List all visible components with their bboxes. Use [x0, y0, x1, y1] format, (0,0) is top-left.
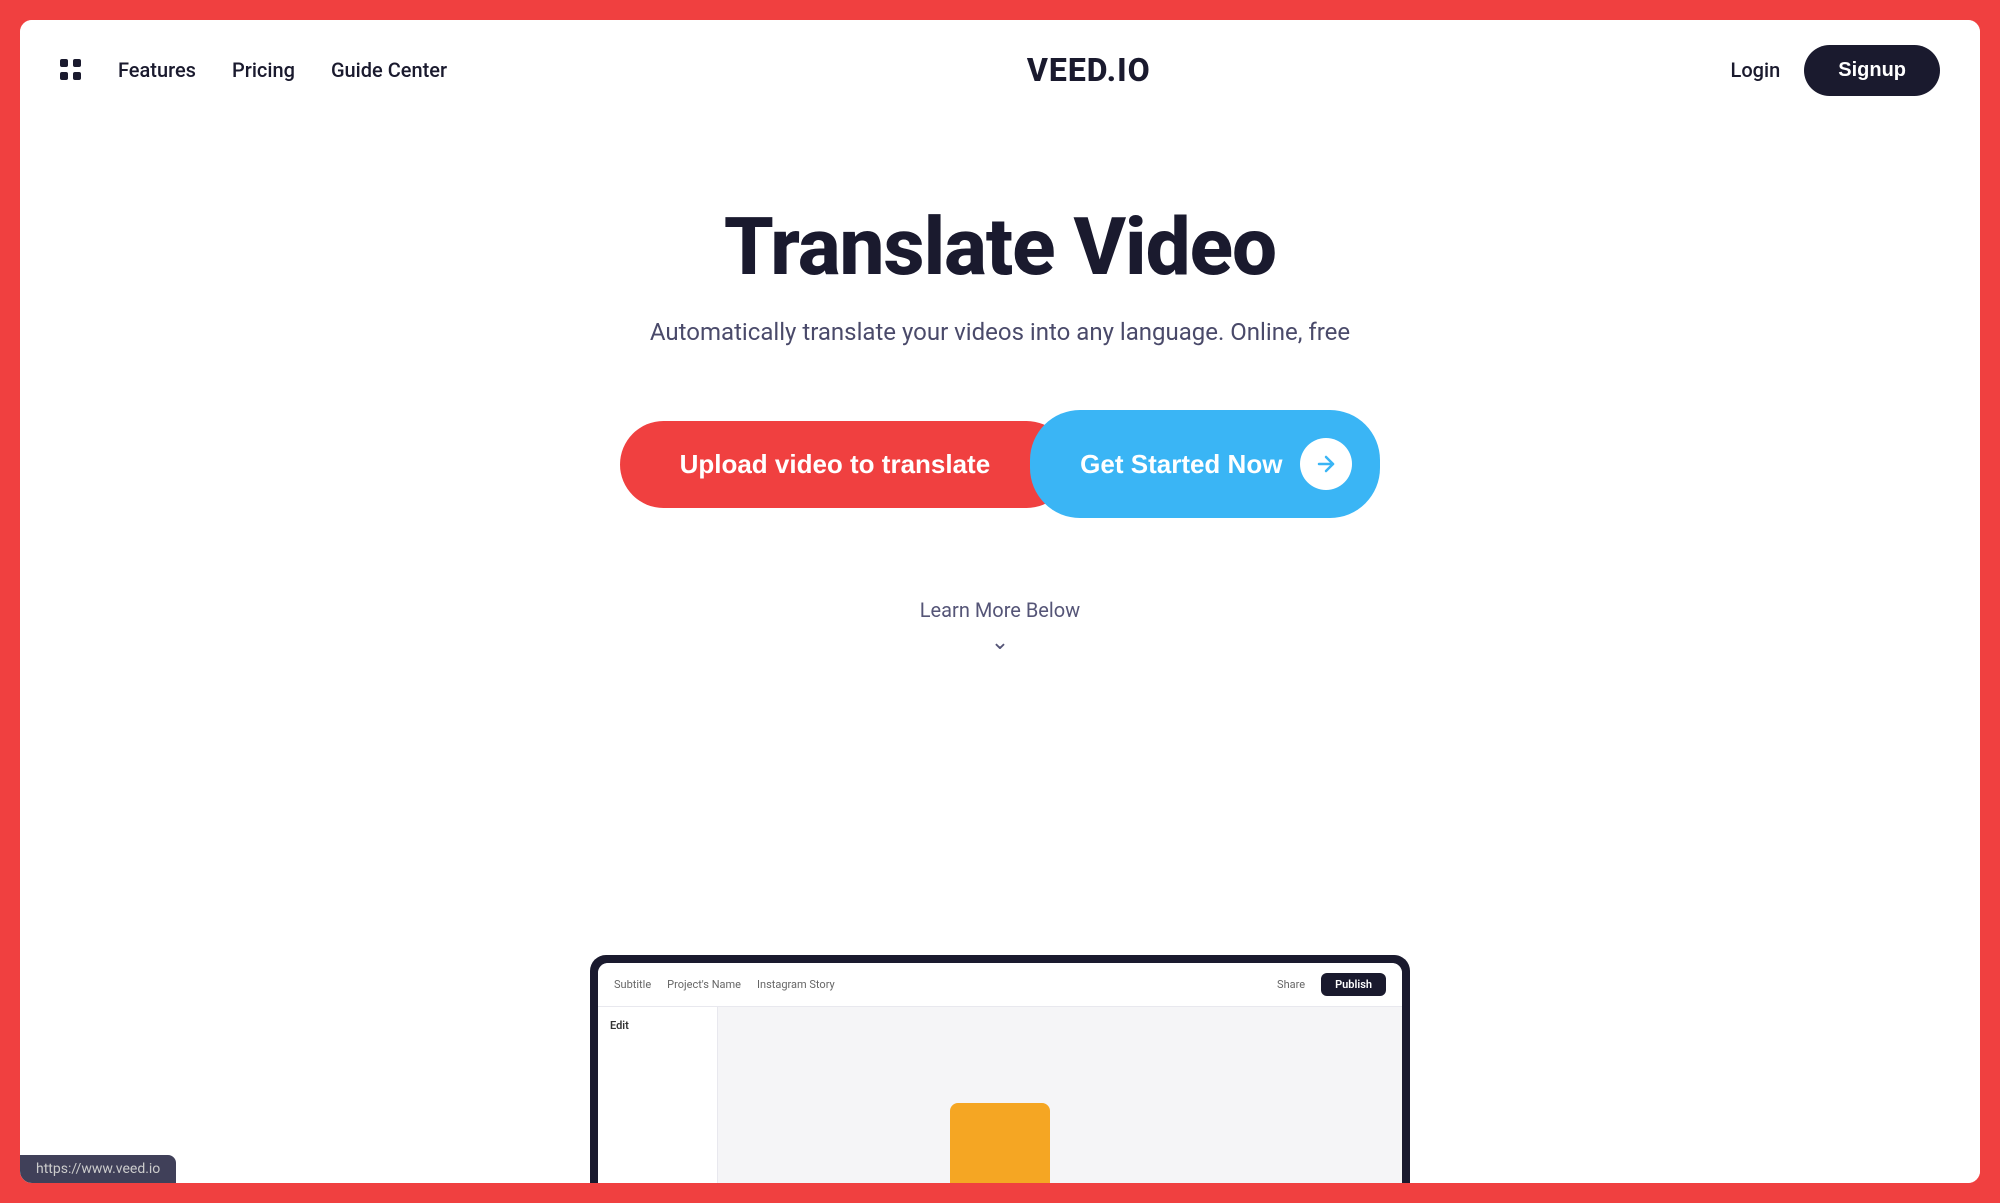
app-main-area: [718, 1007, 1402, 1183]
login-link[interactable]: Login: [1731, 58, 1781, 82]
signup-button[interactable]: Signup: [1804, 45, 1940, 96]
app-project-name: Project's Name: [667, 978, 741, 991]
get-started-label: Get Started Now: [1080, 449, 1282, 480]
app-share-label: Share: [1277, 978, 1305, 991]
nav-center: VEED.IO: [447, 51, 1730, 89]
grid-icon[interactable]: [60, 59, 82, 81]
learn-more-text: Learn More Below: [920, 598, 1080, 622]
nav-guide-center-link[interactable]: Guide Center: [331, 58, 447, 82]
screenshot-section: Subtitle Project's Name Instagram Story …: [20, 703, 1980, 1183]
cta-group: Upload video to translate Get Started No…: [620, 410, 1381, 518]
app-instagram-story: Instagram Story: [757, 978, 835, 991]
main-frame: Features Pricing Guide Center VEED.IO Lo…: [20, 20, 1980, 1183]
hero-title: Translate Video: [724, 200, 1276, 294]
nav-features-link[interactable]: Features: [118, 58, 196, 82]
navbar: Features Pricing Guide Center VEED.IO Lo…: [20, 20, 1980, 120]
nav-right: Login Signup: [1731, 45, 1940, 96]
url-bar: https://www.veed.io: [20, 1155, 176, 1183]
nav-pricing-link[interactable]: Pricing: [232, 58, 295, 82]
arrow-right-icon: [1314, 452, 1338, 476]
chevron-down-icon: ⌄: [991, 630, 1009, 655]
app-publish-button[interactable]: Publish: [1321, 973, 1386, 996]
upload-video-button[interactable]: Upload video to translate: [620, 421, 1071, 508]
app-edit-label: Edit: [610, 1019, 629, 1032]
learn-more-section[interactable]: Learn More Below ⌄: [920, 598, 1080, 655]
app-toolbar: Subtitle Project's Name Instagram Story …: [598, 963, 1402, 1007]
nav-left: Features Pricing Guide Center: [60, 58, 447, 82]
get-started-button[interactable]: Get Started Now: [1030, 410, 1380, 518]
hero-subtitle: Automatically translate your videos into…: [650, 318, 1350, 346]
arrow-circle: [1300, 438, 1352, 490]
app-subtitle-label: Subtitle: [614, 978, 651, 991]
main-content: Translate Video Automatically translate …: [20, 120, 1980, 1183]
app-sidebar: Edit: [598, 1007, 718, 1183]
orange-accent-decoration: [950, 1103, 1050, 1183]
logo: VEED.IO: [1027, 51, 1151, 89]
